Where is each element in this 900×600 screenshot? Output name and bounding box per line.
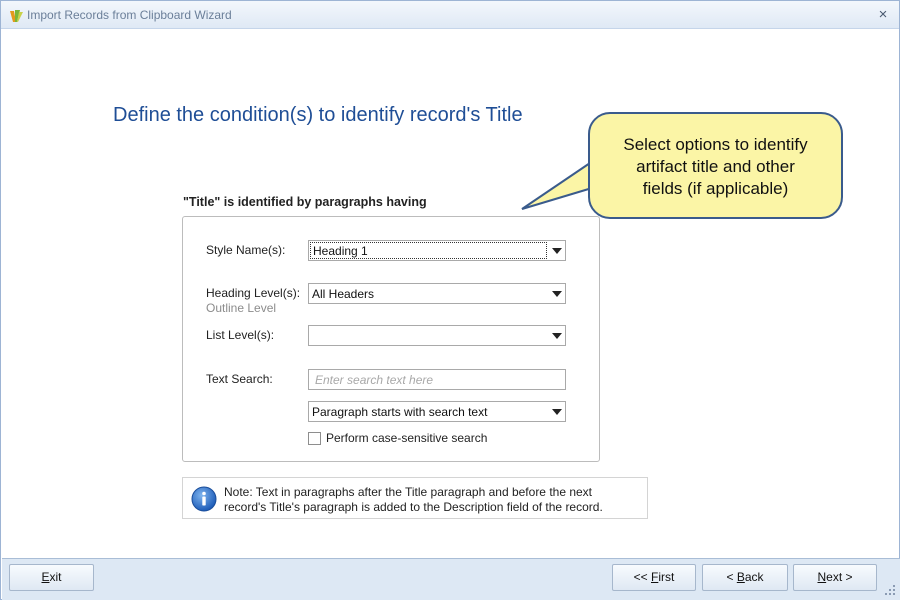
first-label: irst — [658, 570, 675, 584]
page-title: Define the condition(s) to identify reco… — [113, 104, 523, 126]
note-line-2: record's Title's paragraph is added to t… — [224, 500, 603, 514]
back-mnemonic: B — [736, 570, 745, 584]
style-name-dropdown[interactable]: Heading 1 — [308, 240, 566, 261]
chevron-down-icon — [552, 291, 562, 297]
title-bar[interactable]: Import Records from Clipboard Wizard × — [1, 1, 899, 29]
next-label: ext > — [826, 570, 853, 584]
case-sensitive-checkbox[interactable] — [308, 432, 321, 445]
callout-line-1: Select options to identify — [623, 135, 808, 154]
wizard-window: Import Records from Clipboard Wizard × D… — [0, 0, 900, 600]
group-label: "Title" is identified by paragraphs havi… — [183, 195, 427, 209]
search-mode-value: Paragraph starts with search text — [312, 405, 488, 419]
help-callout: Select options to identify artifact titl… — [588, 112, 843, 219]
style-name-label: Style Name(s): — [206, 243, 286, 257]
text-search-label: Text Search: — [206, 372, 273, 386]
info-icon — [191, 486, 217, 512]
case-sensitive-label[interactable]: Perform case-sensitive search — [326, 431, 487, 445]
search-mode-dropdown[interactable]: Paragraph starts with search text — [308, 401, 566, 422]
back-label: ack — [744, 570, 764, 584]
first-button[interactable]: << First — [612, 564, 696, 591]
list-level-label: List Level(s): — [206, 328, 275, 342]
back-prefix: < — [726, 570, 737, 584]
chevron-down-icon — [552, 248, 562, 254]
note-line-1: Note: Text in paragraphs after the Title… — [224, 485, 593, 499]
chevron-down-icon — [552, 409, 562, 415]
close-icon[interactable]: × — [875, 6, 891, 24]
window-title: Import Records from Clipboard Wizard — [27, 8, 232, 22]
exit-mnemonic: E — [41, 570, 50, 584]
exit-button[interactable]: Exit — [9, 564, 94, 591]
style-name-value: Heading 1 — [310, 242, 547, 259]
next-mnemonic: N — [817, 570, 827, 584]
note-text: Note: Text in paragraphs after the Title… — [224, 485, 644, 515]
chevron-down-icon — [552, 333, 562, 339]
text-search-input[interactable] — [309, 370, 565, 389]
exit-label: xit — [49, 570, 62, 584]
outline-level-sublabel: Outline Level — [206, 301, 277, 315]
heading-level-value: All Headers — [312, 287, 375, 301]
app-logo-icon — [10, 10, 23, 22]
next-button[interactable]: Next > — [793, 564, 877, 591]
back-button[interactable]: < Back — [702, 564, 788, 591]
heading-level-label: Heading Level(s): — [206, 286, 301, 300]
first-prefix: << — [633, 570, 651, 584]
note-panel: Note: Text in paragraphs after the Title… — [182, 477, 648, 519]
text-search-field[interactable] — [308, 369, 566, 390]
callout-line-3: fields (if applicable) — [642, 179, 789, 198]
list-level-dropdown[interactable] — [308, 325, 566, 346]
callout-line-2: artifact title and other — [636, 157, 795, 176]
heading-level-dropdown[interactable]: All Headers — [308, 283, 566, 304]
wizard-footer: Exit << First < Back Next > — [2, 558, 900, 600]
resize-grip-icon[interactable] — [884, 584, 896, 596]
